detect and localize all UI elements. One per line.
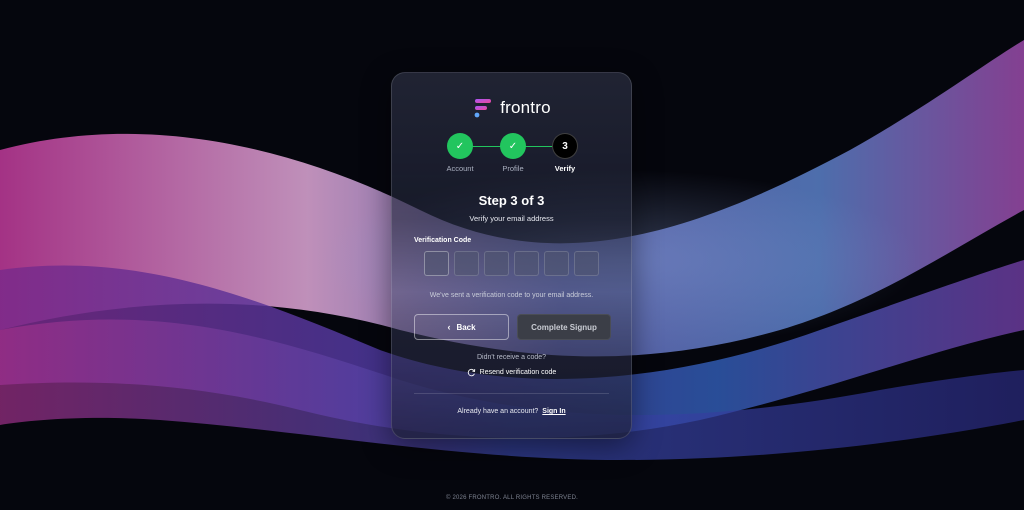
divider [414, 393, 609, 394]
refresh-icon [467, 368, 475, 377]
verification-code-inputs [392, 251, 631, 276]
step-check-icon: ✓ [500, 133, 526, 159]
signup-card: frontro ✓ Account ✓ Profile 3 Verify Ste… [391, 72, 632, 439]
code-digit-input-4[interactable] [514, 251, 539, 276]
signin-prompt: Already have an account? Sign In [392, 408, 631, 415]
code-sent-hint: We've sent a verification code to your e… [429, 292, 594, 299]
back-button-label: Back [456, 322, 476, 332]
back-button[interactable]: ‹ Back [414, 314, 509, 340]
step-account: ✓ Account [430, 133, 490, 173]
page-subtitle: Verify your email address [469, 214, 554, 223]
step-label: Verify [554, 164, 576, 173]
signin-prompt-text: Already have an account? [457, 408, 539, 415]
chevron-left-icon: ‹ [447, 322, 451, 332]
code-digit-input-3[interactable] [484, 251, 509, 276]
step-check-icon: ✓ [447, 133, 473, 159]
code-digit-input-2[interactable] [454, 251, 479, 276]
verification-code-label: Verification Code [414, 237, 472, 244]
step-label: Account [446, 164, 474, 173]
step-label: Profile [502, 164, 524, 173]
code-digit-input-6[interactable] [574, 251, 599, 276]
resend-code-link[interactable]: Resend verification code [392, 368, 631, 377]
signin-link[interactable]: Sign In [542, 408, 565, 415]
brand-logo: frontro [392, 97, 631, 119]
progress-stepper: ✓ Account ✓ Profile 3 Verify [392, 133, 631, 177]
resend-question: Didn't receive a code? [476, 354, 547, 361]
page-title: Step 3 of 3 [478, 193, 545, 208]
brand-name: frontro [500, 98, 551, 117]
code-digit-input-5[interactable] [544, 251, 569, 276]
footer-copyright: © 2026 FRONTRO. ALL RIGHTS RESERVED. [446, 495, 578, 501]
complete-signup-button[interactable]: Complete Signup [517, 314, 611, 340]
code-digit-input-1[interactable] [424, 251, 449, 276]
resend-code-label: Resend verification code [479, 369, 557, 376]
step-verify: 3 Verify [535, 133, 595, 173]
step-profile: ✓ Profile [483, 133, 543, 173]
frontro-logo-icon [474, 99, 492, 118]
step-number: 3 [552, 133, 578, 159]
